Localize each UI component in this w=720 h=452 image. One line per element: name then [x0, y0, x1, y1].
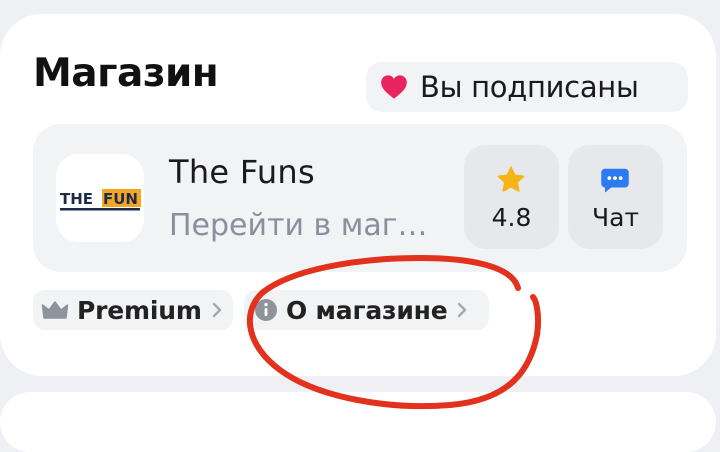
premium-chip[interactable]: Premium [33, 290, 233, 330]
rating-tile[interactable]: 4.8 [464, 145, 559, 249]
heart-icon [381, 75, 407, 99]
logo-graphic: THE FUN [60, 189, 141, 211]
go-to-store-link[interactable]: Перейти в магазин [169, 209, 433, 242]
logo-text-accent: FUN [103, 190, 138, 208]
logo-text-dark: THE [60, 190, 93, 208]
store-row[interactable]: THE FUN The Funs Перейти в магазин 4.8 Ч… [33, 124, 687, 272]
section-title: Магазин [33, 51, 219, 96]
chevron-right-icon [212, 302, 221, 318]
subscribed-button[interactable]: Вы подписаны [366, 62, 688, 112]
about-store-chip[interactable]: О магазине [244, 290, 489, 330]
store-logo: THE FUN [56, 154, 144, 242]
star-icon [497, 166, 525, 192]
next-card [0, 392, 716, 452]
chat-button[interactable]: Чат [568, 145, 663, 249]
info-icon [255, 299, 277, 321]
chat-bubble-icon [601, 168, 629, 193]
about-store-label: О магазине [286, 295, 448, 325]
chat-label: Чат [591, 203, 640, 232]
crown-icon [41, 301, 69, 319]
premium-label: Premium [77, 295, 202, 325]
store-name: The Funs [169, 153, 315, 191]
subscribed-label: Вы подписаны [420, 70, 639, 104]
rating-value: 4.8 [491, 203, 532, 232]
chevron-right-icon [458, 302, 467, 318]
